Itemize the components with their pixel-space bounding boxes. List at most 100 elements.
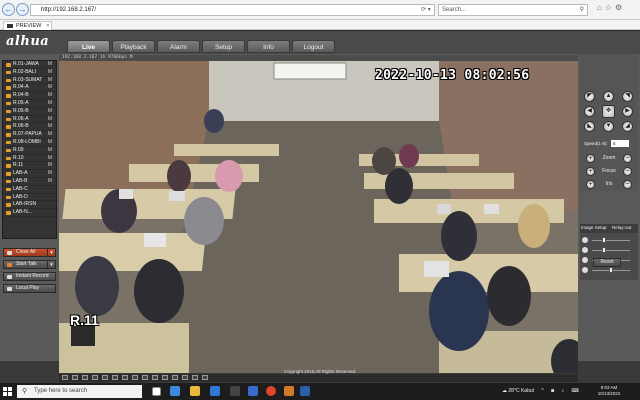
layout-16-icon[interactable] [92,375,98,380]
gear-icon[interactable]: ⚙ [615,3,625,12]
ptz-down-right-button[interactable]: ◢ [622,121,633,132]
audio-icon[interactable] [132,375,138,380]
forward-button[interactable]: → [16,3,29,16]
focus-in-button[interactable]: + [586,167,595,176]
channel-item[interactable]: LAB-A M [3,170,56,178]
channel-stream-badge[interactable]: M [48,123,52,131]
speed-select[interactable]: 5 [611,140,629,147]
ptz-down-left-button[interactable]: ◣ [584,121,595,132]
chrome-icon[interactable] [266,386,276,396]
channel-item[interactable]: R.05-B M [3,108,56,116]
realtime-icon[interactable] [172,375,178,380]
ptz-up-left-button[interactable]: ◤ [584,91,595,102]
ptz-up-button[interactable]: ▲ [603,91,614,102]
slider-knob[interactable] [601,247,606,253]
ptz-left-button[interactable]: ◀ [584,106,595,117]
focus-out-button[interactable]: − [623,167,632,176]
tab-playback[interactable]: Playback [112,40,155,53]
channel-item[interactable]: LAB-N... [3,209,56,217]
channel-stream-badge[interactable]: M [48,139,52,147]
channel-item[interactable]: R.10 M [3,155,56,163]
channel-item[interactable]: R.04-B M [3,92,56,100]
channel-stream-badge[interactable]: M [48,170,52,178]
chevron-down-icon[interactable]: ▼ [47,261,55,268]
mail-icon[interactable] [210,386,220,396]
layout-4-icon[interactable] [72,375,78,380]
channel-item[interactable]: R.04-A M [3,84,56,93]
channel-item[interactable]: LAB-IRSN [3,201,56,210]
start-talk-button[interactable]: Start Talk ▼ [3,260,56,269]
ptz-center-button[interactable]: ✥ [602,105,615,118]
reset-button[interactable]: Reset [593,258,621,267]
channel-stream-badge[interactable]: M [48,61,52,69]
slider-track[interactable] [592,249,630,251]
windows-start-icon[interactable] [3,387,12,396]
channel-item[interactable]: R.05-A M [3,100,56,108]
slider-knob[interactable] [609,267,614,273]
tab-alarm[interactable]: Alarm [157,40,200,53]
quality-icon[interactable] [182,375,188,380]
zoom-in-button[interactable]: + [586,154,595,163]
ptz-down-button[interactable]: ▼ [603,121,614,132]
channel-item[interactable]: R.03-SUMAT M [3,77,56,85]
channel-item[interactable]: R.06-A M [3,116,56,124]
tab-live[interactable]: Live [67,40,110,53]
edge-icon[interactable] [170,386,180,396]
close-all-button[interactable]: Close All ▼ [3,248,56,257]
taskbar-clock[interactable]: 8:03 AM 10/13/2022 [594,385,624,397]
channel-stream-badge[interactable]: M [48,178,52,186]
tab-info[interactable]: Info [247,40,290,53]
channel-stream-badge[interactable]: M [48,92,52,100]
zoom-out-button[interactable]: − [623,154,632,163]
task-view-icon[interactable] [152,387,161,396]
taskbar-search[interactable]: ⚲ Type here to search [17,385,142,398]
contrast-slider[interactable] [582,246,636,254]
channel-item[interactable]: R.09 M [3,147,56,155]
layout-1-icon[interactable] [62,375,68,380]
channel-stream-badge[interactable]: M [48,155,52,163]
channel-item[interactable]: R.02-BALI M [3,69,56,77]
store-icon[interactable] [230,386,240,396]
ie-icon[interactable] [300,386,310,396]
tab-setup[interactable]: Setup [202,40,245,53]
channel-item[interactable]: LAB-D [3,194,56,202]
star-icon[interactable]: ☆ [605,3,615,12]
channel-item[interactable]: R.08-LOMBI M [3,139,56,147]
refresh-icon[interactable]: ⟳ ▾ [421,4,431,16]
channel-item[interactable]: LAB-C [3,186,56,194]
tab-image-setup[interactable]: Image Setup [581,225,607,230]
smooth-icon[interactable] [162,375,168,380]
chevron-down-icon[interactable]: ▼ [47,249,55,256]
channel-stream-badge[interactable]: M [48,162,52,170]
iris-in-button[interactable]: + [586,180,595,189]
ptz-right-button[interactable]: ▶ [622,106,633,117]
channel-stream-badge[interactable]: M [48,131,52,139]
slider-knob[interactable] [601,237,606,243]
channel-item[interactable]: R.01-JAWA M [3,61,56,69]
tab-relay-out[interactable]: Relay-out [612,225,631,230]
layout-9-icon[interactable] [82,375,88,380]
channel-item[interactable]: R.06-B M [3,123,56,132]
grid-icon[interactable] [202,375,208,380]
back-button[interactable]: ← [2,3,15,16]
channel-stream-badge[interactable]: M [48,77,52,85]
file-explorer-icon[interactable] [190,386,200,396]
record-icon[interactable] [122,375,128,380]
channel-item[interactable]: R.07-PAPUA M [3,131,56,139]
close-icon[interactable]: × [46,22,49,30]
home-icon[interactable]: ⌂ [597,3,605,12]
channel-stream-badge[interactable]: M [48,84,52,92]
ptz-up-right-button[interactable]: ◥ [622,91,633,102]
address-bar[interactable]: http://192.168.2.167/ [30,4,435,16]
word-icon[interactable] [248,386,258,396]
fullscreen-icon[interactable] [102,375,108,380]
iris-out-button[interactable]: − [623,180,632,189]
local-play-button[interactable]: Local Play [3,284,56,293]
live-video[interactable]: 2022-10-13 08:02:56 R.11 [59,61,578,373]
channel-stream-badge[interactable]: M [48,69,52,77]
app-icon[interactable] [284,386,294,396]
instant-record-button[interactable]: Instant Record [3,272,56,281]
search-box[interactable]: Search... ⚲ [438,4,588,16]
channel-item[interactable]: R.11 M [3,162,56,171]
hue-slider[interactable] [582,266,636,274]
